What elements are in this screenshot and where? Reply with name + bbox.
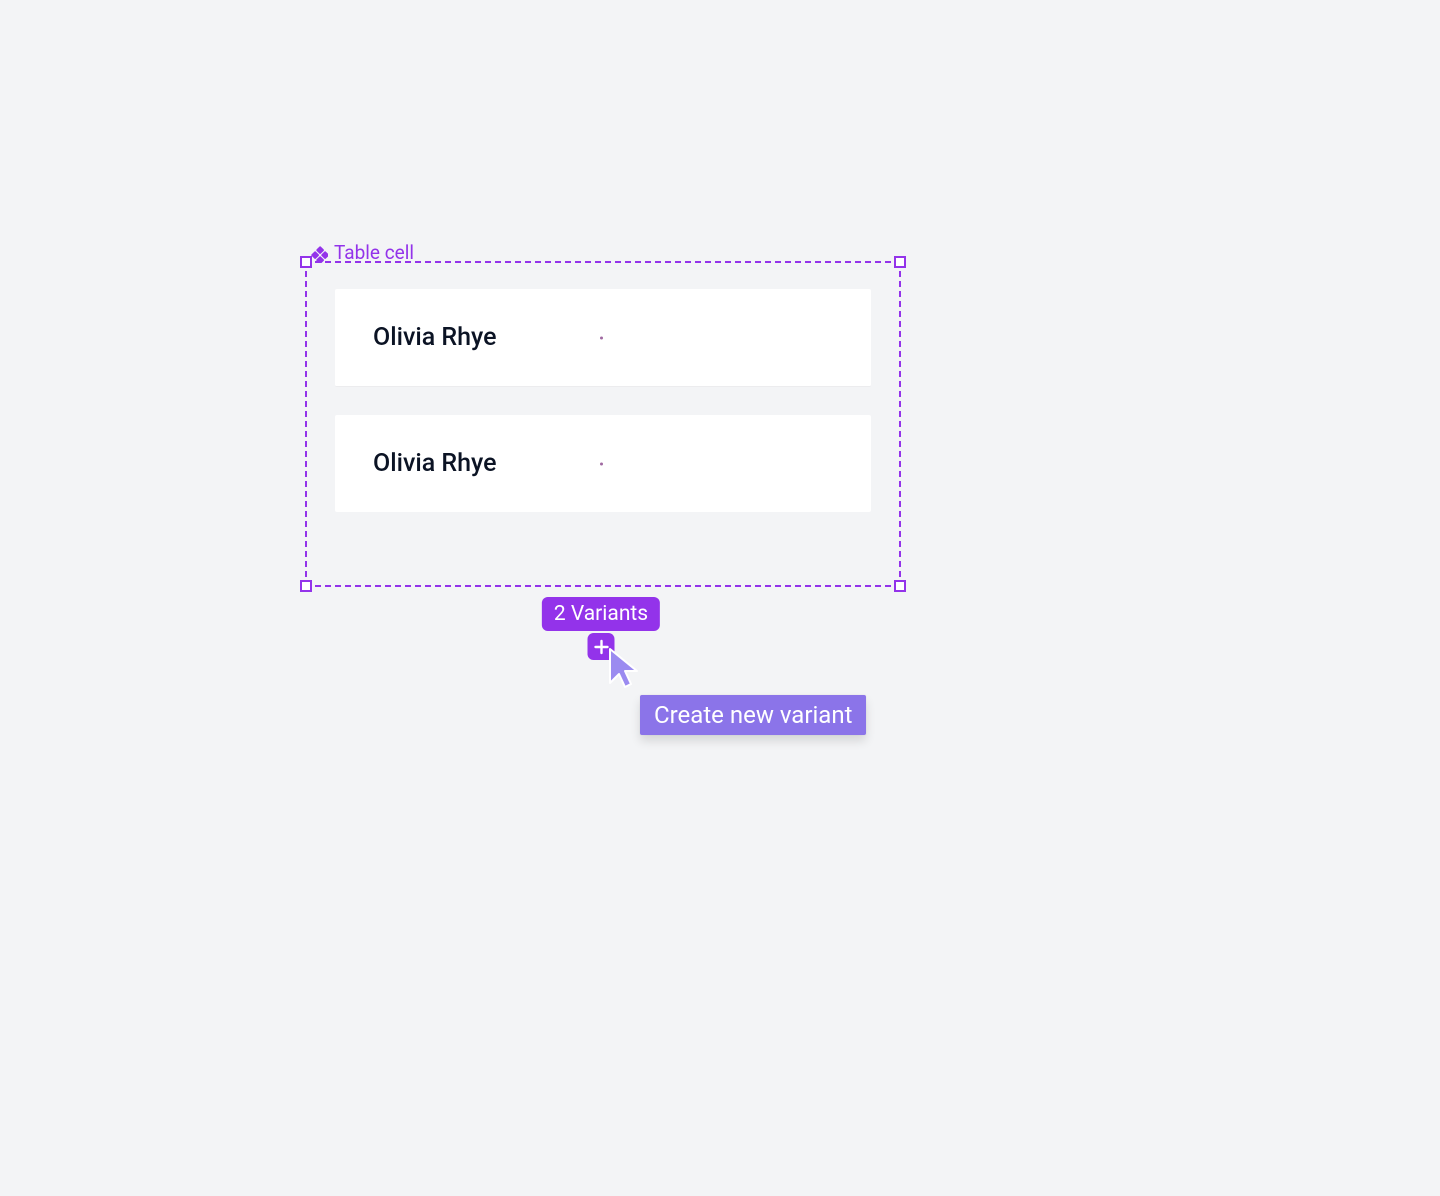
text-cursor-dot [600, 462, 603, 465]
tooltip-label: Create new variant [654, 701, 852, 729]
variant-text: Olivia Rhye [373, 323, 497, 352]
variants-count-badge[interactable]: 2 Variants [542, 597, 660, 631]
resize-handle-top-right[interactable] [894, 256, 906, 268]
create-variant-tooltip: Create new variant [640, 695, 866, 735]
resize-handle-top-left[interactable] [300, 256, 312, 268]
variant-cell[interactable]: Olivia Rhye [335, 289, 871, 387]
resize-handle-bottom-right[interactable] [894, 580, 906, 592]
text-cursor-dot [600, 336, 603, 339]
cursor-icon [607, 647, 641, 691]
canvas[interactable]: Table cell Olivia Rhye Olivia Rhye 2 Var… [0, 0, 1440, 1196]
component-frame[interactable]: Olivia Rhye Olivia Rhye [305, 261, 901, 587]
variants-count-label: 2 Variants [554, 602, 648, 626]
variant-text: Olivia Rhye [373, 449, 497, 478]
resize-handle-bottom-left[interactable] [300, 580, 312, 592]
variant-cell[interactable]: Olivia Rhye [335, 415, 871, 512]
